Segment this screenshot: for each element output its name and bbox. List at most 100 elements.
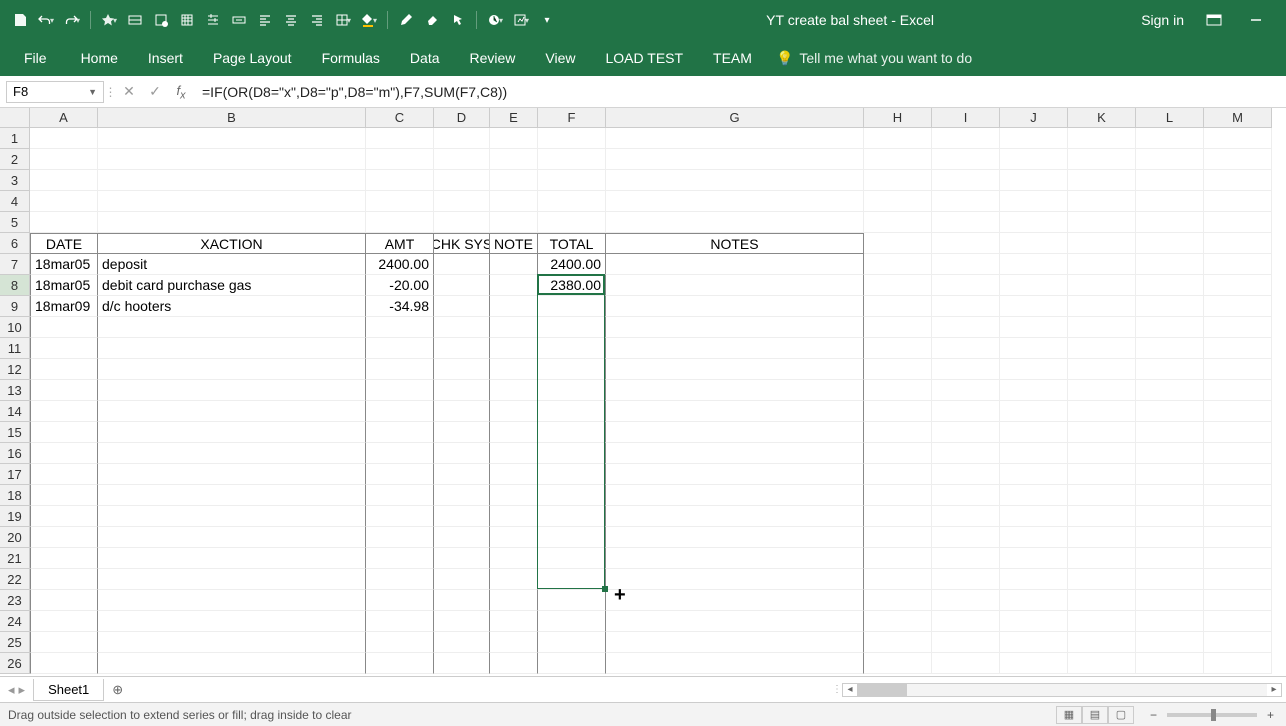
cell-K5[interactable] bbox=[1068, 212, 1136, 233]
cell-A6[interactable]: DATE bbox=[30, 233, 98, 254]
cell-B23[interactable] bbox=[98, 590, 366, 611]
cell-G16[interactable] bbox=[606, 443, 864, 464]
save-icon[interactable] bbox=[8, 8, 32, 32]
cell-C8[interactable]: -20.00 bbox=[366, 275, 434, 296]
cell-C18[interactable] bbox=[366, 485, 434, 506]
cell-E10[interactable] bbox=[490, 317, 538, 338]
view-normal-icon[interactable]: ▦ bbox=[1056, 706, 1082, 724]
cell-C3[interactable] bbox=[366, 170, 434, 191]
cell-M25[interactable] bbox=[1204, 632, 1272, 653]
cell-J20[interactable] bbox=[1000, 527, 1068, 548]
cell-E11[interactable] bbox=[490, 338, 538, 359]
tab-view[interactable]: View bbox=[531, 42, 589, 74]
scroll-right-icon[interactable]: ▸ bbox=[1267, 684, 1281, 695]
fill-color-icon[interactable]: ▾ bbox=[357, 8, 381, 32]
cell-J26[interactable] bbox=[1000, 653, 1068, 674]
cell-D2[interactable] bbox=[434, 149, 490, 170]
ribbon-display-icon[interactable] bbox=[1202, 8, 1226, 32]
cell-E25[interactable] bbox=[490, 632, 538, 653]
cell-A16[interactable] bbox=[30, 443, 98, 464]
column-header-K[interactable]: K bbox=[1068, 108, 1136, 128]
cell-C10[interactable] bbox=[366, 317, 434, 338]
cell-I19[interactable] bbox=[932, 506, 1000, 527]
cell-I21[interactable] bbox=[932, 548, 1000, 569]
cell-K24[interactable] bbox=[1068, 611, 1136, 632]
cell-L13[interactable] bbox=[1136, 380, 1204, 401]
row-header-3[interactable]: 3 bbox=[0, 170, 30, 191]
cell-J14[interactable] bbox=[1000, 401, 1068, 422]
cell-J6[interactable] bbox=[1000, 233, 1068, 254]
cell-H21[interactable] bbox=[864, 548, 932, 569]
cell-K1[interactable] bbox=[1068, 128, 1136, 149]
cell-A18[interactable] bbox=[30, 485, 98, 506]
cell-D21[interactable] bbox=[434, 548, 490, 569]
cell-I5[interactable] bbox=[932, 212, 1000, 233]
cell-I9[interactable] bbox=[932, 296, 1000, 317]
tab-team[interactable]: TEAM bbox=[699, 42, 766, 74]
cell-D20[interactable] bbox=[434, 527, 490, 548]
cell-G15[interactable] bbox=[606, 422, 864, 443]
cell-L26[interactable] bbox=[1136, 653, 1204, 674]
cell-L14[interactable] bbox=[1136, 401, 1204, 422]
cell-A7[interactable]: 18mar05 bbox=[30, 254, 98, 275]
cell-M20[interactable] bbox=[1204, 527, 1272, 548]
row-header-26[interactable]: 26 bbox=[0, 653, 30, 674]
row-header-7[interactable]: 7 bbox=[0, 254, 30, 275]
cell-D5[interactable] bbox=[434, 212, 490, 233]
cell-A8[interactable]: 18mar05 bbox=[30, 275, 98, 296]
cell-D6[interactable]: CHK SYS bbox=[434, 233, 490, 254]
cell-E15[interactable] bbox=[490, 422, 538, 443]
cell-G3[interactable] bbox=[606, 170, 864, 191]
cell-I17[interactable] bbox=[932, 464, 1000, 485]
cell-F1[interactable] bbox=[538, 128, 606, 149]
column-header-L[interactable]: L bbox=[1136, 108, 1204, 128]
cell-G12[interactable] bbox=[606, 359, 864, 380]
cell-I13[interactable] bbox=[932, 380, 1000, 401]
cell-I6[interactable] bbox=[932, 233, 1000, 254]
column-header-M[interactable]: M bbox=[1204, 108, 1272, 128]
cell-E17[interactable] bbox=[490, 464, 538, 485]
cell-A9[interactable]: 18mar09 bbox=[30, 296, 98, 317]
merge-icon[interactable] bbox=[227, 8, 251, 32]
fx-icon[interactable]: fx bbox=[168, 82, 194, 102]
cell-H26[interactable] bbox=[864, 653, 932, 674]
cell-J11[interactable] bbox=[1000, 338, 1068, 359]
row-header-4[interactable]: 4 bbox=[0, 191, 30, 212]
cell-L22[interactable] bbox=[1136, 569, 1204, 590]
cell-B10[interactable] bbox=[98, 317, 366, 338]
column-header-J[interactable]: J bbox=[1000, 108, 1068, 128]
cell-H7[interactable] bbox=[864, 254, 932, 275]
cell-C11[interactable] bbox=[366, 338, 434, 359]
pointer-icon[interactable] bbox=[446, 8, 470, 32]
column-header-C[interactable]: C bbox=[366, 108, 434, 128]
tab-page-layout[interactable]: Page Layout bbox=[199, 42, 306, 74]
cell-G18[interactable] bbox=[606, 485, 864, 506]
cell-E8[interactable] bbox=[490, 275, 538, 296]
cell-E12[interactable] bbox=[490, 359, 538, 380]
cell-L16[interactable] bbox=[1136, 443, 1204, 464]
cell-E7[interactable] bbox=[490, 254, 538, 275]
cell-L6[interactable] bbox=[1136, 233, 1204, 254]
cell-M9[interactable] bbox=[1204, 296, 1272, 317]
cell-E26[interactable] bbox=[490, 653, 538, 674]
cell-J13[interactable] bbox=[1000, 380, 1068, 401]
view-page-layout-icon[interactable]: ▤ bbox=[1082, 706, 1108, 724]
sheet-nav-prev-icon[interactable]: ◂ bbox=[8, 682, 15, 698]
cell-K22[interactable] bbox=[1068, 569, 1136, 590]
cell-K19[interactable] bbox=[1068, 506, 1136, 527]
cell-B11[interactable] bbox=[98, 338, 366, 359]
cell-A19[interactable] bbox=[30, 506, 98, 527]
cell-F7[interactable]: 2400.00 bbox=[538, 254, 606, 275]
cell-H1[interactable] bbox=[864, 128, 932, 149]
cell-F24[interactable] bbox=[538, 611, 606, 632]
cell-H3[interactable] bbox=[864, 170, 932, 191]
cell-L5[interactable] bbox=[1136, 212, 1204, 233]
chevron-down-icon[interactable]: ▼ bbox=[88, 87, 97, 97]
cell-K2[interactable] bbox=[1068, 149, 1136, 170]
cell-K14[interactable] bbox=[1068, 401, 1136, 422]
cell-B20[interactable] bbox=[98, 527, 366, 548]
cell-C20[interactable] bbox=[366, 527, 434, 548]
cell-A26[interactable] bbox=[30, 653, 98, 674]
cell-E16[interactable] bbox=[490, 443, 538, 464]
cell-H6[interactable] bbox=[864, 233, 932, 254]
